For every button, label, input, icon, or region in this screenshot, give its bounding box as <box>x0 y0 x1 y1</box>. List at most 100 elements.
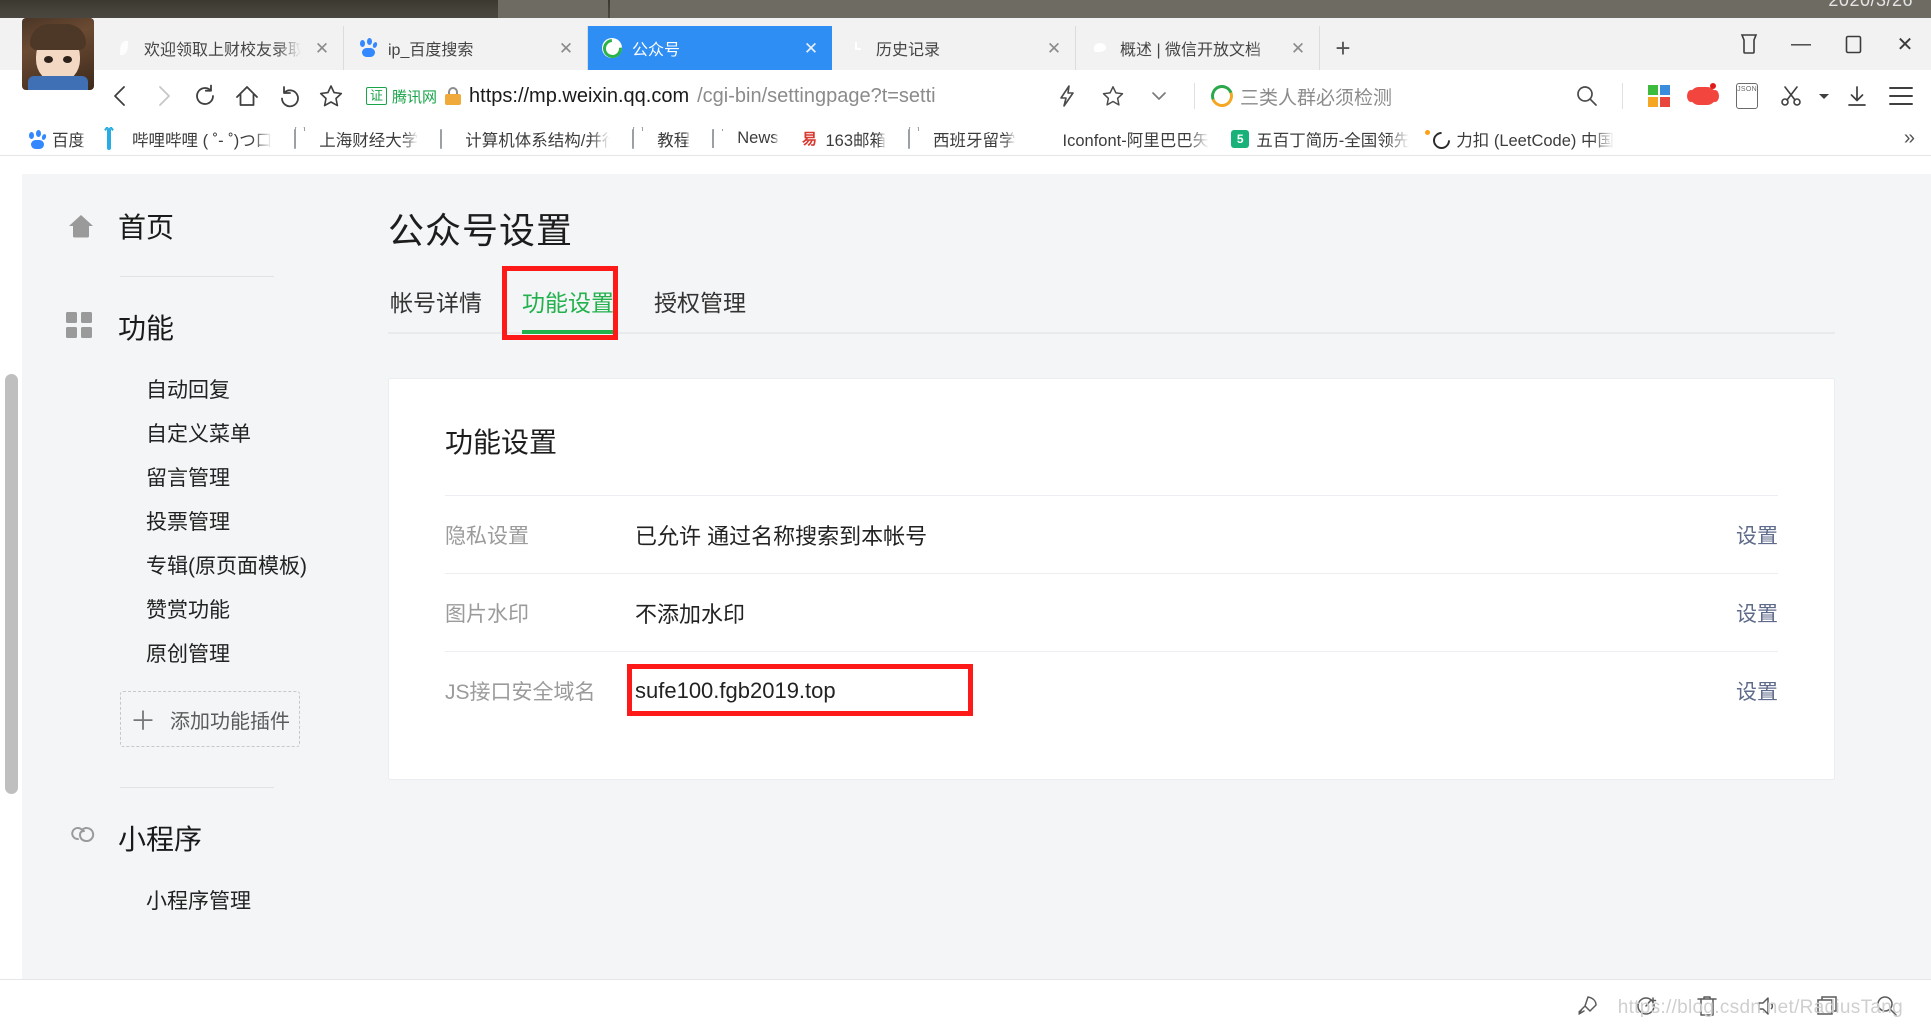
url-origin: https://mp.weixin.qq.com <box>469 84 690 107</box>
bookmark-iconfont[interactable]: Iconfont-阿里巴巴矢 <box>1027 127 1221 151</box>
bookmark-baidu[interactable]: 百度 <box>16 127 96 151</box>
tab-feature-settings[interactable]: 功能设置 <box>502 284 634 334</box>
browser-tab-0[interactable]: 欢迎领取上财校友录取通知 ✕ <box>100 26 344 70</box>
tab-authorization-manage[interactable]: 授权管理 <box>634 284 766 332</box>
bookmark-news[interactable]: News <box>701 129 789 148</box>
apps-grid-icon[interactable] <box>1637 75 1681 117</box>
add-plugin-button[interactable]: ＋ 添加功能插件 <box>120 691 300 747</box>
sidebar-divider <box>120 276 274 277</box>
bookmark-architecture[interactable]: 计算机体系结构/并行 <box>429 127 621 151</box>
toolbar-extensions: JSON <box>1637 75 1931 117</box>
browser-tab-4[interactable]: 概述 | 微信开放文档 ✕ <box>1076 26 1320 70</box>
sidebar-item-home[interactable]: 首页 <box>38 198 338 254</box>
new-tab-button[interactable]: + <box>1320 26 1366 70</box>
sidebar-item-features[interactable]: 功能 <box>38 299 338 355</box>
json-viewer-icon[interactable]: JSON <box>1725 75 1769 117</box>
setting-label: 隐私设置 <box>445 524 529 548</box>
setting-label: JS接口安全域名 <box>445 680 596 704</box>
bookmark-spain-study[interactable]: 西班牙留学 <box>897 127 1027 151</box>
close-icon[interactable]: ✕ <box>1043 40 1065 57</box>
search-icon[interactable] <box>1568 77 1606 115</box>
close-icon[interactable]: ✕ <box>1287 40 1309 57</box>
scissors-dropdown-icon[interactable] <box>1813 75 1835 117</box>
sidebar-subitem-original-manage[interactable]: 原创管理 <box>38 633 338 677</box>
bookmark-sufe[interactable]: 上海财经大学 <box>283 127 429 151</box>
bookmark-leetcode[interactable]: 力扣 (LeetCode) 中国 <box>1420 127 1625 151</box>
bookmark-bilibili[interactable]: 哔哩哔哩 ( ˚- ˚)つ口 <box>96 127 283 151</box>
lightning-icon[interactable] <box>1048 77 1086 115</box>
gamepad-icon[interactable] <box>1681 75 1725 117</box>
close-icon[interactable]: ✕ <box>555 40 577 57</box>
minimize-button[interactable]: — <box>1775 24 1827 64</box>
browser-tab-3[interactable]: 历史记录 ✕ <box>832 26 1076 70</box>
address-bar[interactable]: 证 腾讯网 https://mp.weixin.qq.com /cgi-bin/… <box>366 75 1631 117</box>
url-path: /cgi-bin/settingpage?t=setti <box>697 84 936 107</box>
page-scrollbar[interactable] <box>5 374 18 794</box>
tab-title: ip_百度搜索 <box>388 42 474 59</box>
window-icon[interactable] <box>1801 986 1853 1026</box>
netease-icon: 易 <box>801 131 817 148</box>
sidebar-subitem-album-template[interactable]: 专辑(原页面模板) <box>38 545 338 589</box>
forward-icon[interactable] <box>142 75 184 117</box>
close-button[interactable]: ✕ <box>1879 24 1931 64</box>
tab-account-detail[interactable]: 帐号详情 <box>388 284 502 332</box>
star-icon[interactable] <box>310 75 352 117</box>
tab-title: 欢迎领取上财校友录取通知 <box>144 42 301 59</box>
chevron-down-icon[interactable] <box>1140 77 1178 115</box>
page-viewport: 首页 功能 自动回复 自定义菜单 留言管理 投票管理 专辑(原页面模板) 赞赏功… <box>0 174 1931 997</box>
browser-tab-2[interactable]: 公众号 ✕ <box>588 26 832 70</box>
setting-action-link[interactable]: 设置 <box>1716 676 1778 706</box>
desktop-background: 2020/3/26 <box>0 0 1931 18</box>
undo-icon[interactable] <box>268 75 310 117</box>
trash-icon[interactable] <box>1681 986 1733 1026</box>
download-icon[interactable] <box>1835 75 1879 117</box>
sidebar-subitem-miniprogram-manage[interactable]: 小程序管理 <box>38 880 338 924</box>
folder-icon <box>712 129 730 148</box>
browser-tab-1[interactable]: ip_百度搜索 ✕ <box>344 26 588 70</box>
bookmark-500d[interactable]: 5 五百丁简历-全国领先 <box>1220 127 1420 151</box>
bookmark-163mail[interactable]: 易 163邮箱 <box>790 127 898 151</box>
setting-action-link[interactable]: 设置 <box>1716 598 1778 628</box>
search-suggestion[interactable]: 三类人群必须检测 <box>1207 81 1392 111</box>
reload-icon[interactable] <box>184 75 226 117</box>
sidebar-subitem-custom-menu[interactable]: 自定义菜单 <box>38 413 338 457</box>
browser-window: 欢迎领取上财校友录取通知 ✕ ip_百度搜索 ✕ 公众号 ✕ 历史记录 ✕ <box>0 18 1931 1031</box>
sidebar-subitem-vote-manage[interactable]: 投票管理 <box>38 501 338 545</box>
bookmarks-overflow-button[interactable]: » <box>1904 127 1915 150</box>
bookmark-tutorials[interactable]: 教程 <box>621 127 701 151</box>
page-title: 公众号设置 <box>388 210 574 251</box>
bookmark-label: 力扣 (LeetCode) 中国 <box>1456 131 1614 150</box>
user-avatar[interactable] <box>22 18 94 90</box>
setting-action-link[interactable]: 设置 <box>1716 520 1778 550</box>
sidebar-subitem-auto-reply[interactable]: 自动回复 <box>38 369 338 413</box>
speed-icon[interactable] <box>1621 986 1673 1026</box>
cert-mark: 证 <box>366 87 388 105</box>
bookmark-label: News <box>737 129 779 147</box>
setting-value: 已允许 通过名称搜索到本帐号 <box>635 523 928 549</box>
sidebar-subitem-comment-manage[interactable]: 留言管理 <box>38 457 338 501</box>
back-icon[interactable] <box>100 75 142 117</box>
sidebar-item-miniprogram[interactable]: 小程序 <box>38 810 338 866</box>
close-icon[interactable]: ✕ <box>800 40 822 57</box>
star-icon[interactable] <box>1094 77 1132 115</box>
collect-icon[interactable] <box>1723 24 1775 64</box>
bookmark-label: 计算机体系结构/并行 <box>465 131 611 150</box>
tab-list: 欢迎领取上财校友录取通知 ✕ ip_百度搜索 ✕ 公众号 ✕ 历史记录 ✕ <box>100 18 1366 70</box>
wechat-doc-icon <box>1090 38 1110 58</box>
lock-icon <box>445 87 462 105</box>
maximize-button[interactable] <box>1827 24 1879 64</box>
search-input[interactable]: 三类人群必须检测 <box>1240 83 1392 110</box>
zoom-icon[interactable] <box>1861 986 1913 1026</box>
menu-icon[interactable] <box>1879 75 1923 117</box>
setting-row-js-domain: JS接口安全域名 sufe100.fgb2019.top 设置 <box>445 651 1778 729</box>
tab-title: 历史记录 <box>876 42 941 59</box>
baidu-icon <box>358 38 378 58</box>
scissors-icon[interactable] <box>1769 75 1813 117</box>
bookmark-label: 西班牙留学 <box>933 131 1016 150</box>
rocket-icon[interactable] <box>1561 986 1613 1026</box>
close-icon[interactable]: ✕ <box>311 40 333 57</box>
volume-icon[interactable] <box>1741 986 1793 1026</box>
sidebar-subitem-reward[interactable]: 赞赏功能 <box>38 589 338 633</box>
home-icon[interactable] <box>226 75 268 117</box>
wechat-icon <box>602 38 622 58</box>
